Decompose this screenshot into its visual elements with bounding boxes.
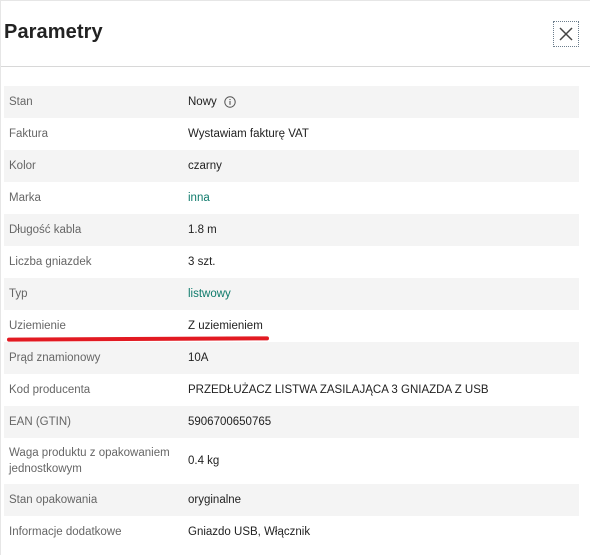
param-value: 1.8 m bbox=[188, 224, 217, 236]
param-row-prad-znamionowy: Prąd znamionowy 10A bbox=[4, 342, 579, 374]
param-label: Faktura bbox=[9, 128, 48, 140]
param-label: Kod producenta bbox=[9, 384, 91, 396]
param-label: Długość kabla bbox=[9, 224, 82, 236]
param-value: Gniazdo USB, Włącznik bbox=[188, 526, 311, 538]
param-row-informacje-dodatkowe: Informacje dodatkowe Gniazdo USB, Włączn… bbox=[4, 516, 579, 548]
close-button[interactable] bbox=[553, 21, 579, 47]
param-value: Z uziemieniem bbox=[188, 320, 263, 332]
param-value: Nowy bbox=[188, 96, 217, 108]
page-title: Parametry bbox=[4, 21, 103, 43]
param-value: PRZEDŁUŻACZ LISTWA ZASILAJĄCA 3 GNIAZDA … bbox=[188, 384, 489, 396]
param-row-marka: Marka inna bbox=[4, 182, 579, 214]
param-label: Informacje dodatkowe bbox=[9, 526, 122, 538]
parameters-panel: Parametry Stan Nowy Faktura Wystawiam fa… bbox=[0, 0, 590, 555]
param-label: Kolor bbox=[9, 160, 36, 172]
param-label: Marka bbox=[9, 192, 41, 204]
param-row-stan: Stan Nowy bbox=[4, 86, 579, 118]
param-row-liczba-gniazdek: Liczba gniazdek 3 szt. bbox=[4, 246, 579, 278]
parameters-table: Stan Nowy Faktura Wystawiam fakturę VAT … bbox=[4, 86, 579, 548]
param-row-faktura: Faktura Wystawiam fakturę VAT bbox=[4, 118, 579, 150]
param-row-kod-producenta: Kod producenta PRZEDŁUŻACZ LISTWA ZASILA… bbox=[4, 374, 579, 406]
param-label: Stan bbox=[9, 96, 33, 108]
param-row-kolor: Kolor czarny bbox=[4, 150, 579, 182]
info-circle-icon[interactable] bbox=[224, 96, 236, 108]
param-label: Waga produktu z opakowaniem jednostkowym bbox=[9, 447, 170, 475]
close-icon bbox=[559, 27, 573, 41]
param-label: Typ bbox=[9, 288, 28, 300]
param-label: Stan opakowania bbox=[9, 494, 98, 506]
param-row-typ: Typ listwowy bbox=[4, 278, 579, 310]
param-value-link[interactable]: listwowy bbox=[188, 286, 231, 302]
param-row-stan-opakowania: Stan opakowania oryginalne bbox=[4, 484, 579, 516]
param-row-waga: Waga produktu z opakowaniem jednostkowym… bbox=[4, 438, 579, 484]
param-row-dlugosc-kabla: Długość kabla 1.8 m bbox=[4, 214, 579, 246]
param-value: 3 szt. bbox=[188, 256, 216, 268]
param-value: 10A bbox=[188, 352, 209, 364]
param-value-link[interactable]: inna bbox=[188, 190, 210, 206]
param-value: oryginalne bbox=[188, 494, 242, 506]
param-value: 5906700650765 bbox=[188, 416, 272, 428]
param-label: Uziemienie bbox=[9, 320, 66, 332]
param-value: Wystawiam fakturę VAT bbox=[188, 128, 309, 140]
param-row-ean: EAN (GTIN) 5906700650765 bbox=[4, 406, 579, 438]
param-label: Prąd znamionowy bbox=[9, 352, 101, 364]
param-value: 0.4 kg bbox=[188, 455, 220, 467]
param-value: czarny bbox=[188, 160, 222, 172]
param-label: EAN (GTIN) bbox=[9, 416, 71, 428]
param-label: Liczba gniazdek bbox=[9, 256, 92, 268]
panel-header: Parametry bbox=[1, 1, 590, 67]
